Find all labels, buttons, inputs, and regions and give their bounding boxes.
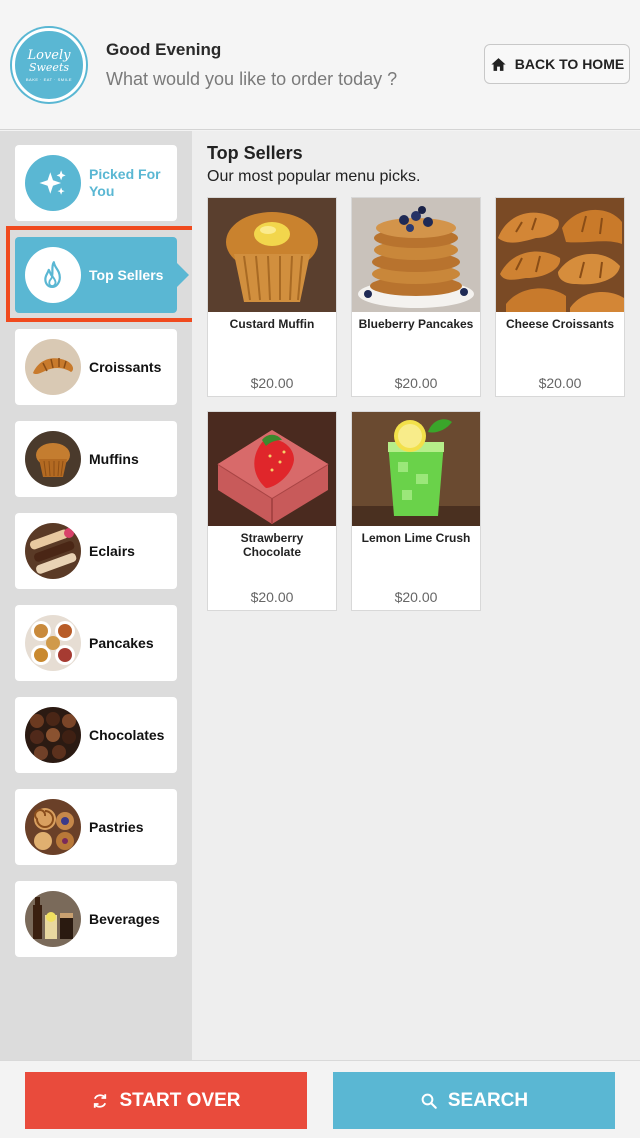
product-card-custard-muffin[interactable]: Custard Muffin $20.00 — [207, 197, 337, 397]
category-label: Chocolates — [89, 726, 165, 743]
product-card-blueberry-pancakes[interactable]: Blueberry Pancakes $20.00 — [351, 197, 481, 397]
search-icon — [421, 1093, 437, 1109]
footer: START OVER SEARCH — [0, 1060, 640, 1138]
product-name: Strawberry Chocolate — [240, 531, 304, 559]
eclair-image — [25, 523, 81, 579]
category-pancakes[interactable]: Pancakes — [15, 605, 177, 681]
section-title: Top Sellers — [207, 143, 303, 163]
category-top-sellers[interactable]: Top Sellers — [15, 237, 189, 313]
category-label: Muffins — [89, 450, 139, 467]
product-name: Cheese Croissants — [505, 317, 615, 331]
category-picked-for-you[interactable]: Picked For You — [15, 145, 177, 221]
category-beverages[interactable]: Beverages — [15, 881, 177, 957]
start-over-label: START OVER — [119, 1089, 241, 1111]
start-over-button[interactable]: START OVER — [25, 1072, 307, 1129]
category-label: Beverages — [89, 910, 160, 927]
product-card-strawberry-chocolate[interactable]: Strawberry Chocolate $20.00 — [207, 411, 337, 611]
category-muffins[interactable]: Muffins — [15, 421, 177, 497]
greeting-title: Good Evening — [106, 40, 222, 59]
category-croissants[interactable]: Croissants — [15, 329, 177, 405]
category-label: Eclairs — [89, 542, 135, 559]
category-sidebar: Picked For You Top Sellers Croissants Mu… — [0, 131, 192, 1060]
category-label: Pancakes — [89, 634, 154, 651]
category-chocolates[interactable]: Chocolates — [15, 697, 177, 773]
refresh-icon — [94, 1093, 107, 1108]
category-label: Pastries — [89, 818, 144, 835]
cheese-croissants-image — [496, 198, 624, 312]
product-price: $20.00 — [394, 589, 438, 605]
search-button[interactable]: SEARCH — [333, 1072, 615, 1129]
search-label: SEARCH — [447, 1089, 529, 1111]
product-name: Custard Muffin — [229, 317, 315, 331]
back-to-home-label: BACK TO HOME — [514, 56, 625, 72]
back-to-home-button[interactable]: BACK TO HOME — [484, 44, 630, 84]
category-pastries[interactable]: Pastries — [15, 789, 177, 865]
home-icon — [491, 57, 506, 71]
greeting-prompt: What would you like to order today ? — [106, 69, 398, 89]
sparkles-icon — [25, 155, 81, 211]
product-price: $20.00 — [250, 589, 294, 605]
pastry-image — [25, 799, 81, 855]
flame-icon — [25, 247, 81, 303]
lemon-lime-crush-image — [352, 412, 480, 526]
category-label: Picked For You — [89, 166, 161, 199]
product-price: $20.00 — [250, 375, 294, 391]
product-name: Blueberry Pancakes — [358, 317, 474, 331]
muffin-image — [25, 431, 81, 487]
strawberry-chocolate-image — [208, 412, 336, 526]
header: Lovely Sweets BAKE · EAT · SMILE Good Ev… — [0, 0, 640, 130]
product-panel: Top Sellers Our most popular menu picks.… — [192, 131, 640, 1060]
brand-logo: Lovely Sweets BAKE · EAT · SMILE — [12, 28, 86, 102]
croissant-image — [25, 339, 81, 395]
section-subtitle: Our most popular menu picks. — [207, 168, 421, 185]
product-card-cheese-croissants[interactable]: Cheese Croissants $20.00 — [495, 197, 625, 397]
category-eclairs[interactable]: Eclairs — [15, 513, 177, 589]
category-label: Top Sellers — [89, 266, 164, 283]
blueberry-pancakes-image — [352, 198, 480, 312]
product-price: $20.00 — [394, 375, 438, 391]
chocolate-image — [25, 707, 81, 763]
custard-muffin-image — [208, 198, 336, 312]
category-label: Croissants — [89, 358, 162, 375]
pancake-image — [25, 615, 81, 671]
beverage-image — [25, 891, 81, 947]
product-name: Lemon Lime Crush — [361, 531, 471, 545]
product-card-lemon-lime-crush[interactable]: Lemon Lime Crush $20.00 — [351, 411, 481, 611]
product-price: $20.00 — [538, 375, 582, 391]
